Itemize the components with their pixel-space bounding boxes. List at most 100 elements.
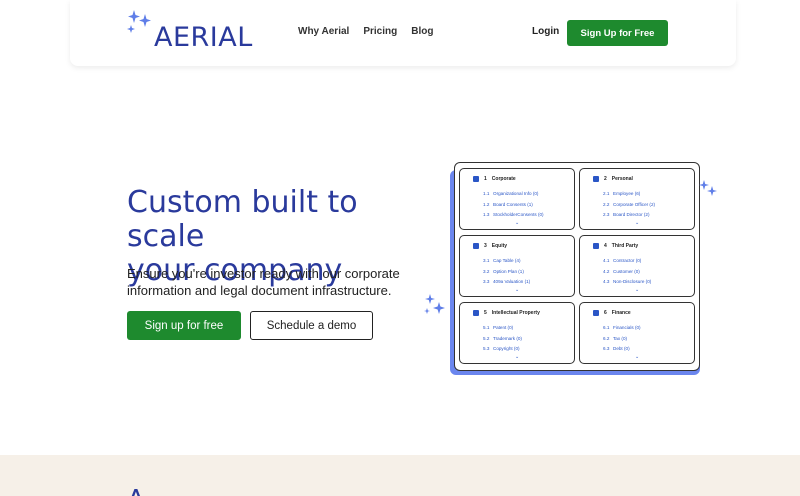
main-nav: Why Aerial Pricing Blog — [298, 26, 433, 37]
list-item-label: Cap Table (4) — [493, 258, 521, 263]
list-item: 4.1 Contractor (0) — [603, 256, 651, 267]
diagram-cell-list: 3.1 Cap Table (4) 3.2 Option Plan (1) 3.3 409… — [483, 256, 530, 288]
hero-signup-button[interactable]: Sign up for free — [127, 311, 241, 340]
list-item-number: 3.3 — [483, 279, 490, 284]
list-item-number: 5.3 — [483, 346, 490, 351]
list-item-label: Debt (0) — [613, 346, 630, 351]
header-signup-button[interactable]: Sign Up for Free — [567, 20, 668, 46]
sparkle-icon — [424, 294, 445, 314]
bottom-section: A — [0, 455, 800, 496]
diagram-cell-personal: 2 Personal 2.1 Employee (6) 2.2 Corporate Off… — [579, 168, 695, 230]
diagram-card: 1 Corporate 1.1 Organizational Info (0) 1.2 B… — [454, 162, 700, 371]
list-item-label: Organizational Info (0) — [493, 191, 539, 196]
list-item-label: Customer (0) — [613, 268, 640, 274]
chevron-down-icon: ⌄ — [515, 220, 520, 226]
list-item: 1.1 Organizational Info (0) — [483, 189, 544, 200]
diagram-cell-intellectual-property: 5 Intellectual Property 5.1 Patent (0) 5.2 Tr… — [459, 302, 575, 364]
diagram-cell-list: 1.1 Organizational Info (0) 1.2 Board Conse… — [483, 189, 544, 221]
list-item-number: 3.2 — [483, 268, 490, 274]
list-item-number: 2.3 — [603, 212, 610, 217]
category-icon — [593, 310, 599, 316]
hero-title-line-1: Custom built to scale — [127, 185, 358, 254]
sparkle-icon — [127, 10, 151, 33]
list-item-number: 6.1 — [603, 325, 610, 330]
diagram-cell-list: 6.1 Financials (0) 6.2 Tax (0) 6.3 Debt (0) — [603, 323, 641, 355]
login-link[interactable]: Login — [532, 26, 559, 37]
logo[interactable]: AERIAL — [126, 6, 266, 53]
hero-subtitle-line-1: Ensure you're investor ready with our co… — [127, 266, 400, 281]
hero-subtitle-line-2: information and legal document infrastru… — [127, 283, 392, 298]
diagram-cell-title: Personal — [611, 176, 633, 182]
list-item-number: 6.2 — [603, 335, 610, 341]
diagram-cell-header: 4 Third Party — [593, 243, 638, 249]
list-item-number: 2.1 — [603, 191, 610, 196]
diagram-cell-number: 4 — [604, 243, 607, 249]
sparkle-icon — [699, 180, 717, 196]
list-item-label: Option Plan (1) — [493, 268, 524, 274]
list-item-number: 6.3 — [603, 346, 610, 351]
list-item: 2.3 Board Director (2) — [603, 210, 655, 221]
chevron-down-icon: ⌄ — [515, 354, 520, 360]
diagram-cell-title: Third Party — [611, 243, 639, 249]
list-item: 4.2 Customer (0) — [603, 267, 651, 278]
section-heading-partial: A — [127, 485, 145, 496]
list-item-number: 5.2 — [483, 335, 490, 341]
category-icon — [473, 176, 479, 182]
diagram-cell-number: 3 — [484, 243, 487, 249]
list-item: 3.3 409a Valuation (1) — [483, 277, 530, 288]
list-item-label: Patent (0) — [493, 325, 514, 330]
list-item-label: Copyright (0) — [493, 346, 520, 351]
diagram-cell-header: 6 Finance — [593, 310, 631, 316]
list-item-label: Contractor (0) — [613, 258, 642, 263]
list-item: 3.1 Cap Table (4) — [483, 256, 530, 267]
category-icon — [593, 243, 599, 249]
list-item: 5.2 Trademark (0) — [483, 334, 522, 345]
list-item: 6.3 Debt (0) — [603, 344, 641, 355]
list-item-number: 1.2 — [483, 201, 490, 207]
category-icon — [473, 243, 479, 249]
page: AERIAL Why Aerial Pricing Blog Login Sig… — [0, 0, 800, 496]
nav-why-aerial[interactable]: Why Aerial — [298, 26, 349, 37]
diagram-cell-list: 5.1 Patent (0) 5.2 Trademark (0) 5.3 Copyrigh… — [483, 323, 522, 355]
chevron-down-icon: ⌄ — [515, 287, 520, 293]
diagram-cell-number: 1 — [484, 176, 487, 182]
list-item: 6.1 Financials (0) — [603, 323, 641, 334]
list-item-label: Non-Disclosure (0) — [613, 279, 652, 284]
nav-pricing[interactable]: Pricing — [363, 26, 397, 37]
list-item-label: Corporate Officer (2) — [613, 201, 656, 207]
category-icon — [473, 310, 479, 316]
diagram-cell-header: 3 Equity — [473, 243, 507, 249]
diagram-cell-list: 2.1 Employee (6) 2.2 Corporate Officer (2) 2… — [603, 189, 655, 221]
list-item-label: Board Director (2) — [613, 212, 650, 217]
list-item-number: 5.1 — [483, 325, 490, 330]
list-item: 3.2 Option Plan (1) — [483, 267, 530, 278]
list-item-number: 4.1 — [603, 258, 610, 263]
list-item-number: 3.1 — [483, 258, 490, 263]
schedule-demo-button[interactable]: Schedule a demo — [250, 311, 373, 340]
chevron-down-icon: ⌄ — [635, 354, 640, 360]
logo-text: AERIAL — [154, 22, 253, 53]
site-header: AERIAL Why Aerial Pricing Blog Login Sig… — [70, 0, 736, 66]
nav-blog[interactable]: Blog — [411, 26, 433, 37]
list-item-label: StockholderConsents (0) — [493, 212, 544, 217]
diagram-cell-header: 2 Personal — [593, 176, 633, 182]
diagram-cell-finance: 6 Finance 6.1 Financials (0) 6.2 Tax (0) 6.3 De… — [579, 302, 695, 364]
list-item: 6.2 Tax (0) — [603, 334, 641, 345]
diagram-cell-title: Intellectual Property — [491, 310, 540, 316]
list-item-number: 2.2 — [603, 201, 610, 207]
list-item-label: Trademark (0) — [493, 335, 522, 341]
list-item-number: 1.1 — [483, 191, 490, 196]
list-item-label: Tax (0) — [613, 335, 628, 341]
diagram-cell-number: 2 — [604, 176, 607, 182]
list-item-label: Employee (6) — [613, 191, 641, 196]
list-item: 5.1 Patent (0) — [483, 323, 522, 334]
list-item-label: 409a Valuation (1) — [493, 279, 531, 284]
list-item: 2.1 Employee (6) — [603, 189, 655, 200]
diagram-cell-number: 5 — [484, 310, 487, 316]
list-item-number: 4.2 — [603, 268, 610, 274]
diagram-cell-number: 6 — [604, 310, 607, 316]
diagram-cell-list: 4.1 Contractor (0) 4.2 Customer (0) 4.3 Non-D… — [603, 256, 651, 288]
chevron-down-icon: ⌄ — [635, 287, 640, 293]
list-item-label: Board Consents (1) — [493, 201, 533, 207]
diagram-cell-title: Finance — [611, 310, 631, 316]
